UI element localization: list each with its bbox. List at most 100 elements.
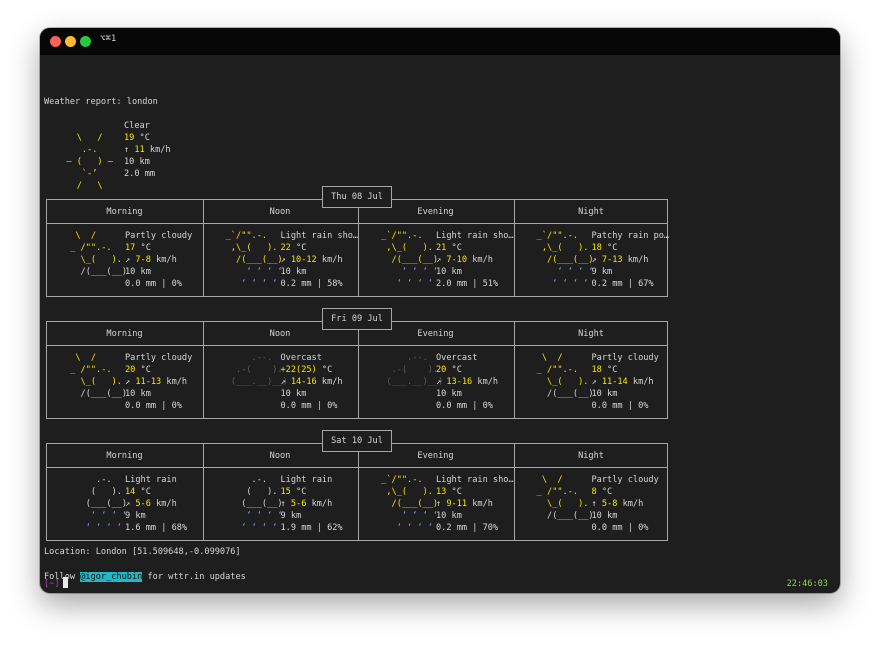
title-bar: ⌥⌘1	[40, 28, 840, 55]
visibility: 10 km	[125, 267, 151, 277]
minimize-button[interactable]	[65, 36, 76, 47]
forecast-period: .-. ( ). (___(__) ‘ ‘ ‘ ‘ ‘ ‘ ‘ ‘ Light …	[47, 444, 202, 542]
temperature: 20	[125, 365, 136, 375]
weather-icon: \ / _ /"".-. \_( ). /(___(__)	[531, 353, 599, 399]
temperature-unit: °C	[290, 243, 307, 253]
forecast-period: _`/"".-. ,\_( ). /(___(__) ‘ ‘ ‘ ‘ ‘ ‘ ‘…	[358, 444, 513, 542]
temperature: +22(25)	[280, 365, 317, 375]
wind-unit: km/h	[150, 255, 177, 265]
wind-speed: 5-8	[596, 499, 618, 509]
visibility: 10 km	[436, 389, 462, 399]
wind-speed: 7-8	[130, 255, 151, 265]
condition-text: Partly cloudy	[591, 353, 659, 363]
close-button[interactable]	[50, 36, 61, 47]
shell-prompt[interactable]: [~]	[44, 577, 68, 589]
precipitation: 0.0 mm | 0%	[591, 523, 649, 533]
condition-text: Patchy rain po…	[591, 231, 670, 241]
forecast-period: \ / _ /"".-. \_( ). /(___(__) Partly clo…	[47, 200, 202, 298]
wind-unit: km/h	[161, 377, 188, 387]
wind-unit: km/h	[467, 499, 493, 509]
period-info: Overcast +22(25) °C ↗ 14-16 km/h 10 km 0…	[281, 352, 343, 412]
condition-text: Partly cloudy	[125, 353, 193, 363]
condition-text: Light rain sho…	[436, 231, 514, 241]
wind-speed: 13-16	[441, 377, 473, 387]
visibility: 9 km	[125, 511, 146, 521]
visibility: 10 km	[280, 267, 307, 277]
forecast-period: \ / _ /"".-. \_( ). /(___(__) Partly clo…	[514, 444, 669, 542]
clock: 22:46:03	[786, 579, 828, 589]
wind-speed: 11-13	[130, 377, 162, 387]
period-info: Light rain 15 °C ↑ 5-6 km/h 9 km 1.9 mm …	[281, 474, 343, 534]
temperature-unit: °C	[601, 365, 618, 375]
wind-unit: km/h	[316, 377, 343, 387]
twitter-handle[interactable]: @igor_chubin	[80, 572, 143, 582]
precipitation: 0.0 mm | 0%	[591, 401, 649, 411]
temperature-unit: °C	[135, 243, 151, 253]
temperature: 22	[280, 243, 291, 253]
cursor	[62, 577, 68, 588]
period-info: Partly cloudy 17 °C ↗ 7-8 km/h 10 km 0.0…	[125, 230, 192, 290]
temperature-unit: °C	[135, 487, 151, 497]
temperature-unit: °C	[446, 243, 462, 253]
temperature: 21	[436, 243, 447, 253]
date-label: Fri 09 Jul	[322, 308, 392, 330]
temperature-unit: °C	[446, 365, 462, 375]
visibility: 10 km	[591, 511, 618, 521]
temperature-unit: °C	[135, 365, 151, 375]
zoom-button[interactable]	[80, 36, 91, 47]
follow-line: Follow @igor_chubin for wttr.in updates	[44, 572, 246, 582]
weather-icon: \ / _ /"".-. \_( ). /(___(__)	[65, 231, 133, 277]
wind-speed: 11-14	[596, 377, 628, 387]
terminal-window: ⌥⌘1 Weather report: london \ / .-. ― ( )…	[40, 28, 840, 593]
condition-text: Partly cloudy	[591, 475, 659, 485]
period-info: Light rain sho… 21 °C ↗ 7-10 km/h 10 km …	[436, 230, 514, 290]
precipitation: 0.0 mm | 0%	[436, 401, 493, 411]
condition-text: Light rain	[280, 475, 333, 485]
temperature: 15	[280, 487, 291, 497]
forecast-period: _`/"".-. ,\_( ). /(___(__) ‘ ‘ ‘ ‘ ‘ ‘ ‘…	[203, 200, 358, 298]
condition-text: Overcast	[436, 353, 478, 363]
terminal-output[interactable]: Weather report: london \ / .-. ― ( ) ― `…	[40, 55, 840, 593]
visibility: 10 km	[436, 267, 462, 277]
period-info: Partly cloudy 18 °C ↗ 11-14 km/h 10 km 0…	[592, 352, 659, 412]
wind-unit: km/h	[316, 255, 343, 265]
location-line: Location: London [51.509648,-0.099076]	[44, 547, 241, 557]
wind-speed: 7-10	[441, 255, 468, 265]
period-info: Light rain 14 °C ↗ 5-6 km/h 9 km 1.6 mm …	[125, 474, 187, 534]
visibility: 10 km	[436, 511, 462, 521]
precipitation: 1.6 mm | 68%	[125, 523, 188, 533]
forecast-period: .--. .-( ). (___.__)__) Overcast +22(25)…	[203, 322, 358, 420]
current-icon: \ / .-. ― ( ) ― `-’ / \	[56, 133, 124, 191]
wind-unit: km/h	[622, 255, 649, 265]
period-info: Light rain sho… 22 °C ↗ 10-12 km/h 10 km…	[281, 230, 359, 290]
temperature-unit: °C	[601, 243, 618, 253]
precipitation: 1.9 mm | 62%	[280, 523, 343, 533]
report-header: Weather report: london	[44, 97, 158, 107]
forecast-period: .-. ( ). (___(__) ‘ ‘ ‘ ‘ ‘ ‘ ‘ ‘ Light …	[203, 444, 358, 542]
period-info: Light rain sho… 13 °C ↑ 9-11 km/h 10 km …	[436, 474, 514, 534]
condition-text: Overcast	[280, 353, 322, 363]
period-info: Patchy rain po… 18 °C ↗ 7-13 km/h 9 km 0…	[592, 230, 670, 290]
weather-icon: \ / _ /"".-. \_( ). /(___(__)	[531, 475, 599, 521]
temperature: 13	[436, 487, 447, 497]
precipitation: 0.2 mm | 67%	[591, 279, 654, 289]
wind-unit: km/h	[306, 499, 333, 509]
precipitation: 0.0 mm | 0%	[125, 401, 182, 411]
wind-unit: km/h	[617, 499, 644, 509]
precipitation: 0.0 mm | 0%	[280, 401, 338, 411]
visibility: 10 km	[591, 389, 618, 399]
visibility: 10 km	[280, 389, 307, 399]
period-info: Overcast 20 °C ↗ 13-16 km/h 10 km 0.0 mm…	[436, 352, 498, 412]
temperature-unit: °C	[290, 487, 307, 497]
wind-speed: 14-16	[285, 377, 317, 387]
temperature: 18	[591, 243, 602, 253]
temperature-unit: °C	[446, 487, 462, 497]
period-info: Partly cloudy 20 °C ↗ 11-13 km/h 10 km 0…	[125, 352, 192, 412]
condition-text: Light rain sho…	[280, 231, 359, 241]
precipitation: 0.0 mm | 0%	[125, 279, 182, 289]
wind-speed: 10-12	[285, 255, 317, 265]
visibility: 9 km	[280, 511, 302, 521]
current-info: Clear 19 °C ↑ 11 km/h 10 km 2.0 mm	[124, 121, 171, 179]
window-title: ⌥⌘1	[100, 34, 117, 44]
forecast-period: .--. .-( ). (___.__)__) Overcast 20 °C ↗…	[358, 322, 513, 420]
